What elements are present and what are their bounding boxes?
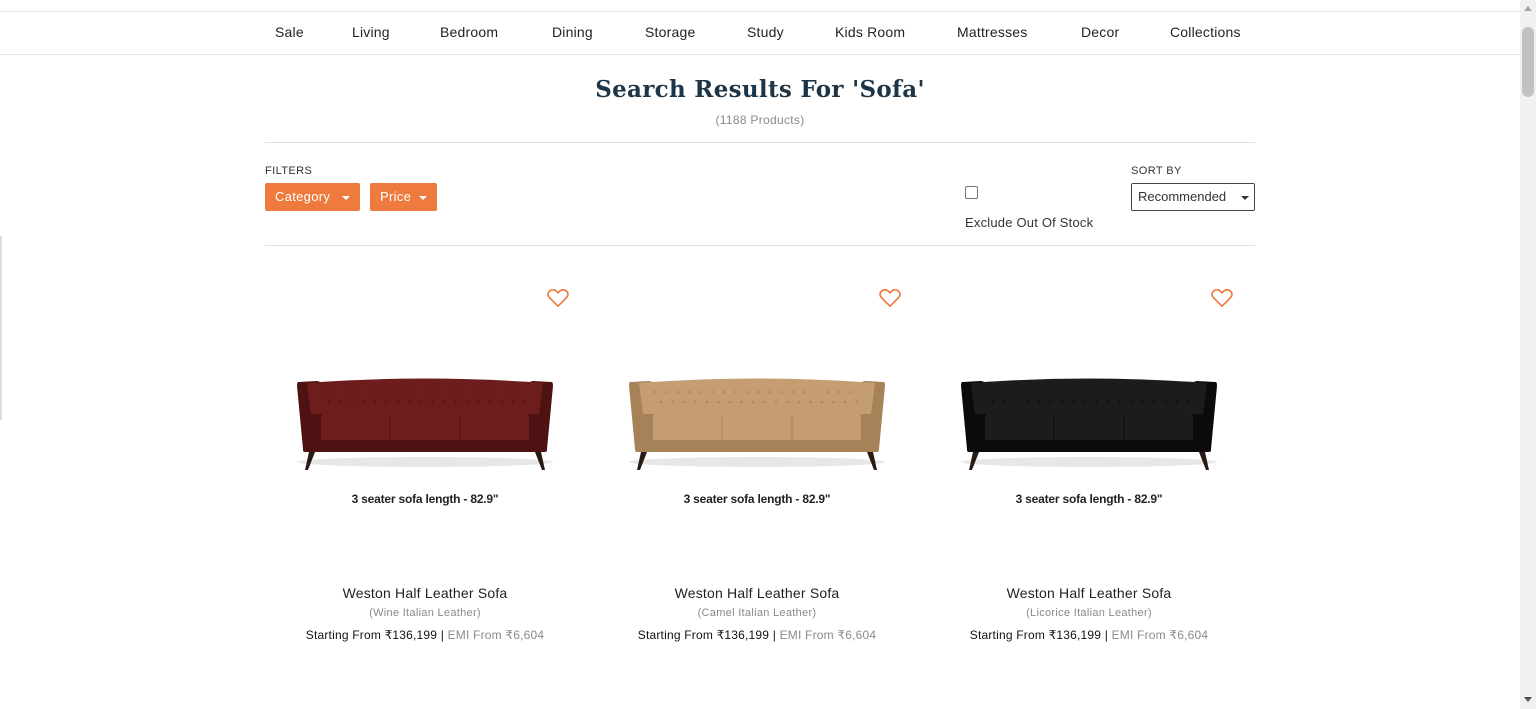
product-price: Starting From ₹136,199 | EMI From ₹6,604 xyxy=(597,628,917,642)
sort-by-label: SORT BY xyxy=(1131,165,1182,177)
price-separator: | xyxy=(1101,628,1112,642)
filters-label: FILTERS xyxy=(265,165,313,177)
emi-price: EMI From ₹6,604 xyxy=(447,628,545,642)
price-filter-label: Price xyxy=(380,189,412,204)
product-card[interactable]: 3 seater sofa length - 82.9" Weston Half … xyxy=(597,270,917,660)
nav-item-kids-room[interactable]: Kids Room xyxy=(835,24,905,40)
top-strip xyxy=(0,0,1520,12)
scrollbar-thumb[interactable] xyxy=(1522,27,1534,97)
product-count: (1188 Products) xyxy=(715,113,805,127)
divider xyxy=(265,245,1255,246)
price-filter-button[interactable]: Price xyxy=(370,183,437,211)
product-name[interactable]: Weston Half Leather Sofa xyxy=(597,585,917,601)
nav-item-living[interactable]: Living xyxy=(352,24,390,40)
wishlist-heart-icon[interactable] xyxy=(1211,288,1233,308)
price-separator: | xyxy=(769,628,780,642)
chevron-down-icon xyxy=(342,196,350,200)
starting-price: Starting From ₹136,199 xyxy=(969,628,1102,642)
wishlist-heart-icon[interactable] xyxy=(547,288,569,308)
product-name[interactable]: Weston Half Leather Sofa xyxy=(929,585,1249,601)
product-price: Starting From ₹136,199 | EMI From ₹6,604 xyxy=(265,628,585,642)
exclude-out-of-stock-label: Exclude Out Of Stock xyxy=(965,215,1094,230)
product-card[interactable]: 3 seater sofa length - 82.9" Weston Half … xyxy=(929,270,1249,660)
product-image[interactable] xyxy=(293,372,557,474)
scrollbar[interactable] xyxy=(1520,0,1536,709)
nav-item-mattresses[interactable]: Mattresses xyxy=(957,24,1027,40)
product-image[interactable] xyxy=(957,372,1221,474)
product-dimension-label: 3 seater sofa length - 82.9" xyxy=(1015,492,1163,506)
exclude-out-of-stock-checkbox[interactable] xyxy=(965,186,978,199)
product-price: Starting From ₹136,199 | EMI From ₹6,604 xyxy=(929,628,1249,642)
sort-select-value: Recommended xyxy=(1138,189,1227,204)
product-variant: (Camel Italian Leather) xyxy=(697,607,817,619)
starting-price: Starting From ₹136,199 xyxy=(637,628,770,642)
side-tab-edge[interactable] xyxy=(0,236,2,420)
nav-item-storage[interactable]: Storage xyxy=(645,24,695,40)
product-dimension-label: 3 seater sofa length - 82.9" xyxy=(683,492,831,506)
product-variant: (Wine Italian Leather) xyxy=(369,607,481,619)
nav-item-sale[interactable]: Sale xyxy=(275,24,304,40)
product-name[interactable]: Weston Half Leather Sofa xyxy=(265,585,585,601)
wishlist-heart-icon[interactable] xyxy=(879,288,901,308)
product-dimension-label: 3 seater sofa length - 82.9" xyxy=(351,492,499,506)
emi-price: EMI From ₹6,604 xyxy=(779,628,877,642)
nav-item-collections[interactable]: Collections xyxy=(1170,24,1241,40)
chevron-down-icon xyxy=(1241,196,1249,200)
nav-item-decor[interactable]: Decor xyxy=(1081,24,1119,40)
category-filter-button[interactable]: Category xyxy=(265,183,360,211)
product-image[interactable] xyxy=(625,372,889,474)
chevron-down-icon xyxy=(419,196,427,200)
sort-select[interactable]: Recommended xyxy=(1131,183,1255,211)
page-title: Search Results For 'Sofa' xyxy=(595,76,925,103)
product-variant: (Licorice Italian Leather) xyxy=(1026,607,1152,619)
nav-item-bedroom[interactable]: Bedroom xyxy=(440,24,498,40)
product-card[interactable]: 3 seater sofa length - 82.9" Weston Half … xyxy=(265,270,585,660)
price-separator: | xyxy=(437,628,448,642)
emi-price: EMI From ₹6,604 xyxy=(1111,628,1209,642)
scroll-down-arrow-icon[interactable] xyxy=(1524,697,1532,702)
scroll-up-arrow-icon[interactable] xyxy=(1524,6,1532,11)
starting-price: Starting From ₹136,199 xyxy=(305,628,438,642)
divider xyxy=(265,142,1255,143)
category-filter-label: Category xyxy=(275,189,331,204)
category-nav: Sale Living Bedroom Dining Storage Study… xyxy=(0,12,1520,55)
nav-item-dining[interactable]: Dining xyxy=(552,24,593,40)
nav-item-study[interactable]: Study xyxy=(747,24,784,40)
